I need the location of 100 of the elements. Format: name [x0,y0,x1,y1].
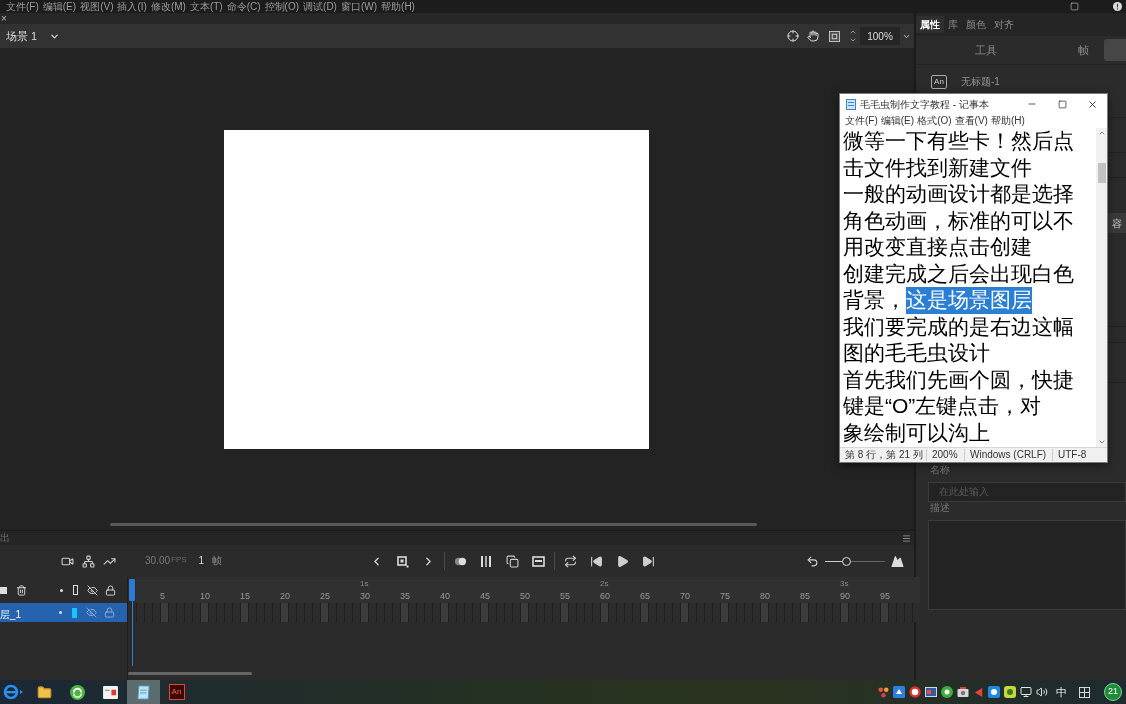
text-line: 首先我们先画个圆，快捷 [843,366,1074,393]
scroll-down-icon[interactable] [1097,438,1106,446]
scene-name[interactable]: 场景 1 [6,27,38,45]
copy-icon[interactable] [506,554,519,568]
exclamation-icon[interactable] [1113,2,1122,11]
menu-item[interactable]: 文本(T) [189,0,223,13]
bars-icon[interactable] [480,554,493,568]
menu-item[interactable]: 编辑(E) [880,115,915,127]
triangle-tile-icon[interactable] [893,686,905,698]
text-line: 创建完成之后会出现白色 [843,260,1074,287]
horizontal-scrollbar[interactable] [128,672,252,675]
menu-icon[interactable] [902,533,911,543]
frame-value[interactable]: 1 [198,555,205,567]
step-back-icon[interactable] [590,554,603,568]
close-icon [1086,98,1098,110]
folder-icon [37,684,52,700]
menu-item[interactable]: 编辑(E) [42,0,77,13]
maximize-icon [1057,99,1067,109]
description-input[interactable] [928,520,1126,610]
hand-icon[interactable] [807,30,819,42]
camera-icon[interactable] [957,686,969,698]
menu-item[interactable]: 修改(M) [150,0,186,13]
playhead[interactable] [129,579,135,666]
circular-arrows-icon [70,684,85,700]
fps-value[interactable]: 30.00 [145,555,171,567]
panel-tab[interactable]: 颜色 [962,16,990,33]
scrollbar-thumb[interactable] [1097,163,1106,183]
vertical-scrollbar[interactable] [1096,128,1107,447]
trash-icon[interactable] [16,584,27,596]
play-icon[interactable] [616,554,629,568]
panel-tab[interactable]: 库 [944,16,962,33]
horizontal-scrollbar[interactable] [110,523,757,526]
menu-item[interactable]: 控制(O) [264,0,300,13]
menu-item[interactable]: 调试(D) [303,0,337,13]
menu-item[interactable]: 帮助(H) [381,0,415,13]
menu-item[interactable]: 帮助(H) [990,115,1025,127]
frame-number: 70 [680,590,690,602]
panel-tab[interactable]: 对齐 [990,16,1018,33]
zoom-field[interactable]: 100% [860,27,900,45]
menu-item[interactable]: 查看(V) [954,115,988,127]
triangle-icon[interactable] [973,686,984,698]
layer-row[interactable]: 层_1 [0,603,128,622]
frame-number: 40 [440,590,450,602]
stepper-icon[interactable] [849,28,857,44]
layer-swatch-icon[interactable] [72,607,77,618]
status-text: 第 8 行，第 21 列 [844,449,924,461]
circle-tile-icon[interactable] [988,686,1000,698]
hierarchy-icon[interactable] [82,554,95,568]
panel-tab[interactable]: 属性 [916,16,944,33]
panel-button[interactable]: 容 [1108,213,1126,233]
dots-icon[interactable] [878,686,889,698]
seconds-label: 2s [600,579,609,589]
frame-icon[interactable] [829,30,840,42]
text-line: 背景， [843,287,906,313]
menu-item[interactable]: 命令(C) [226,0,261,13]
framed-bar-icon[interactable] [532,554,545,568]
status-text: 200% [926,449,964,461]
text-line: 我们要完成的是右边这幅 [843,313,1074,340]
square-icon[interactable] [0,586,7,594]
text-line: 象绘制可以沟上 [843,419,990,446]
ime-indicator[interactable]: 中 [1056,683,1067,701]
step-forward-icon[interactable] [642,554,655,568]
panel-subtab[interactable]: 工具 [971,39,1001,61]
menu-item[interactable]: 视图(V) [80,0,114,13]
rectangle-outline-icon[interactable] [73,585,78,595]
panel-subtab[interactable]: 帧 [1074,39,1093,61]
notification-count[interactable]: 21 [1104,683,1122,701]
menu-item[interactable]: 格式(O) [917,115,952,127]
loop-icon[interactable] [564,554,577,568]
taskbar-app-button[interactable]: An [160,680,193,704]
dot-circle-icon[interactable] [941,686,953,698]
dot-tile-icon[interactable] [1004,686,1016,698]
eye-off-icon[interactable] [87,584,98,596]
text-line: 击文件找到新建文件 [843,154,1032,181]
frame-unit: 帧 [212,555,223,566]
text-line: 键是“O”左键点击，对 [843,393,1042,419]
frame-number: 95 [880,590,890,602]
frame-number: 50 [520,590,530,602]
frame-number: 65 [640,590,650,602]
keyframe-icon[interactable] [396,554,409,568]
menu-item[interactable]: 文件(F) [6,0,39,13]
menu-item[interactable]: 文件(F) [845,115,878,127]
ring-icon[interactable] [909,686,921,698]
menu-item[interactable]: 插入(I) [117,0,147,13]
scroll-up-icon[interactable] [1097,129,1106,137]
mountain-icon[interactable] [891,554,904,568]
undo-icon[interactable] [806,554,819,568]
window-icon[interactable] [925,686,937,698]
grid-icon[interactable] [1079,686,1090,698]
slider-thumb[interactable] [842,556,851,566]
speaker-icon[interactable] [1036,686,1048,698]
monitor-icon[interactable] [1020,686,1032,698]
zoom-slider[interactable] [825,556,885,566]
crosshair-icon[interactable] [787,30,799,42]
menu-item[interactable]: 窗口(W) [340,0,378,13]
text-line: 用改变直接点击创建 [843,234,1032,260]
layer-name[interactable]: 层_1 [0,608,22,620]
frame-number: 35 [400,590,410,602]
close-tab-button[interactable]: × [0,13,7,24]
lock-icon[interactable] [105,584,116,596]
